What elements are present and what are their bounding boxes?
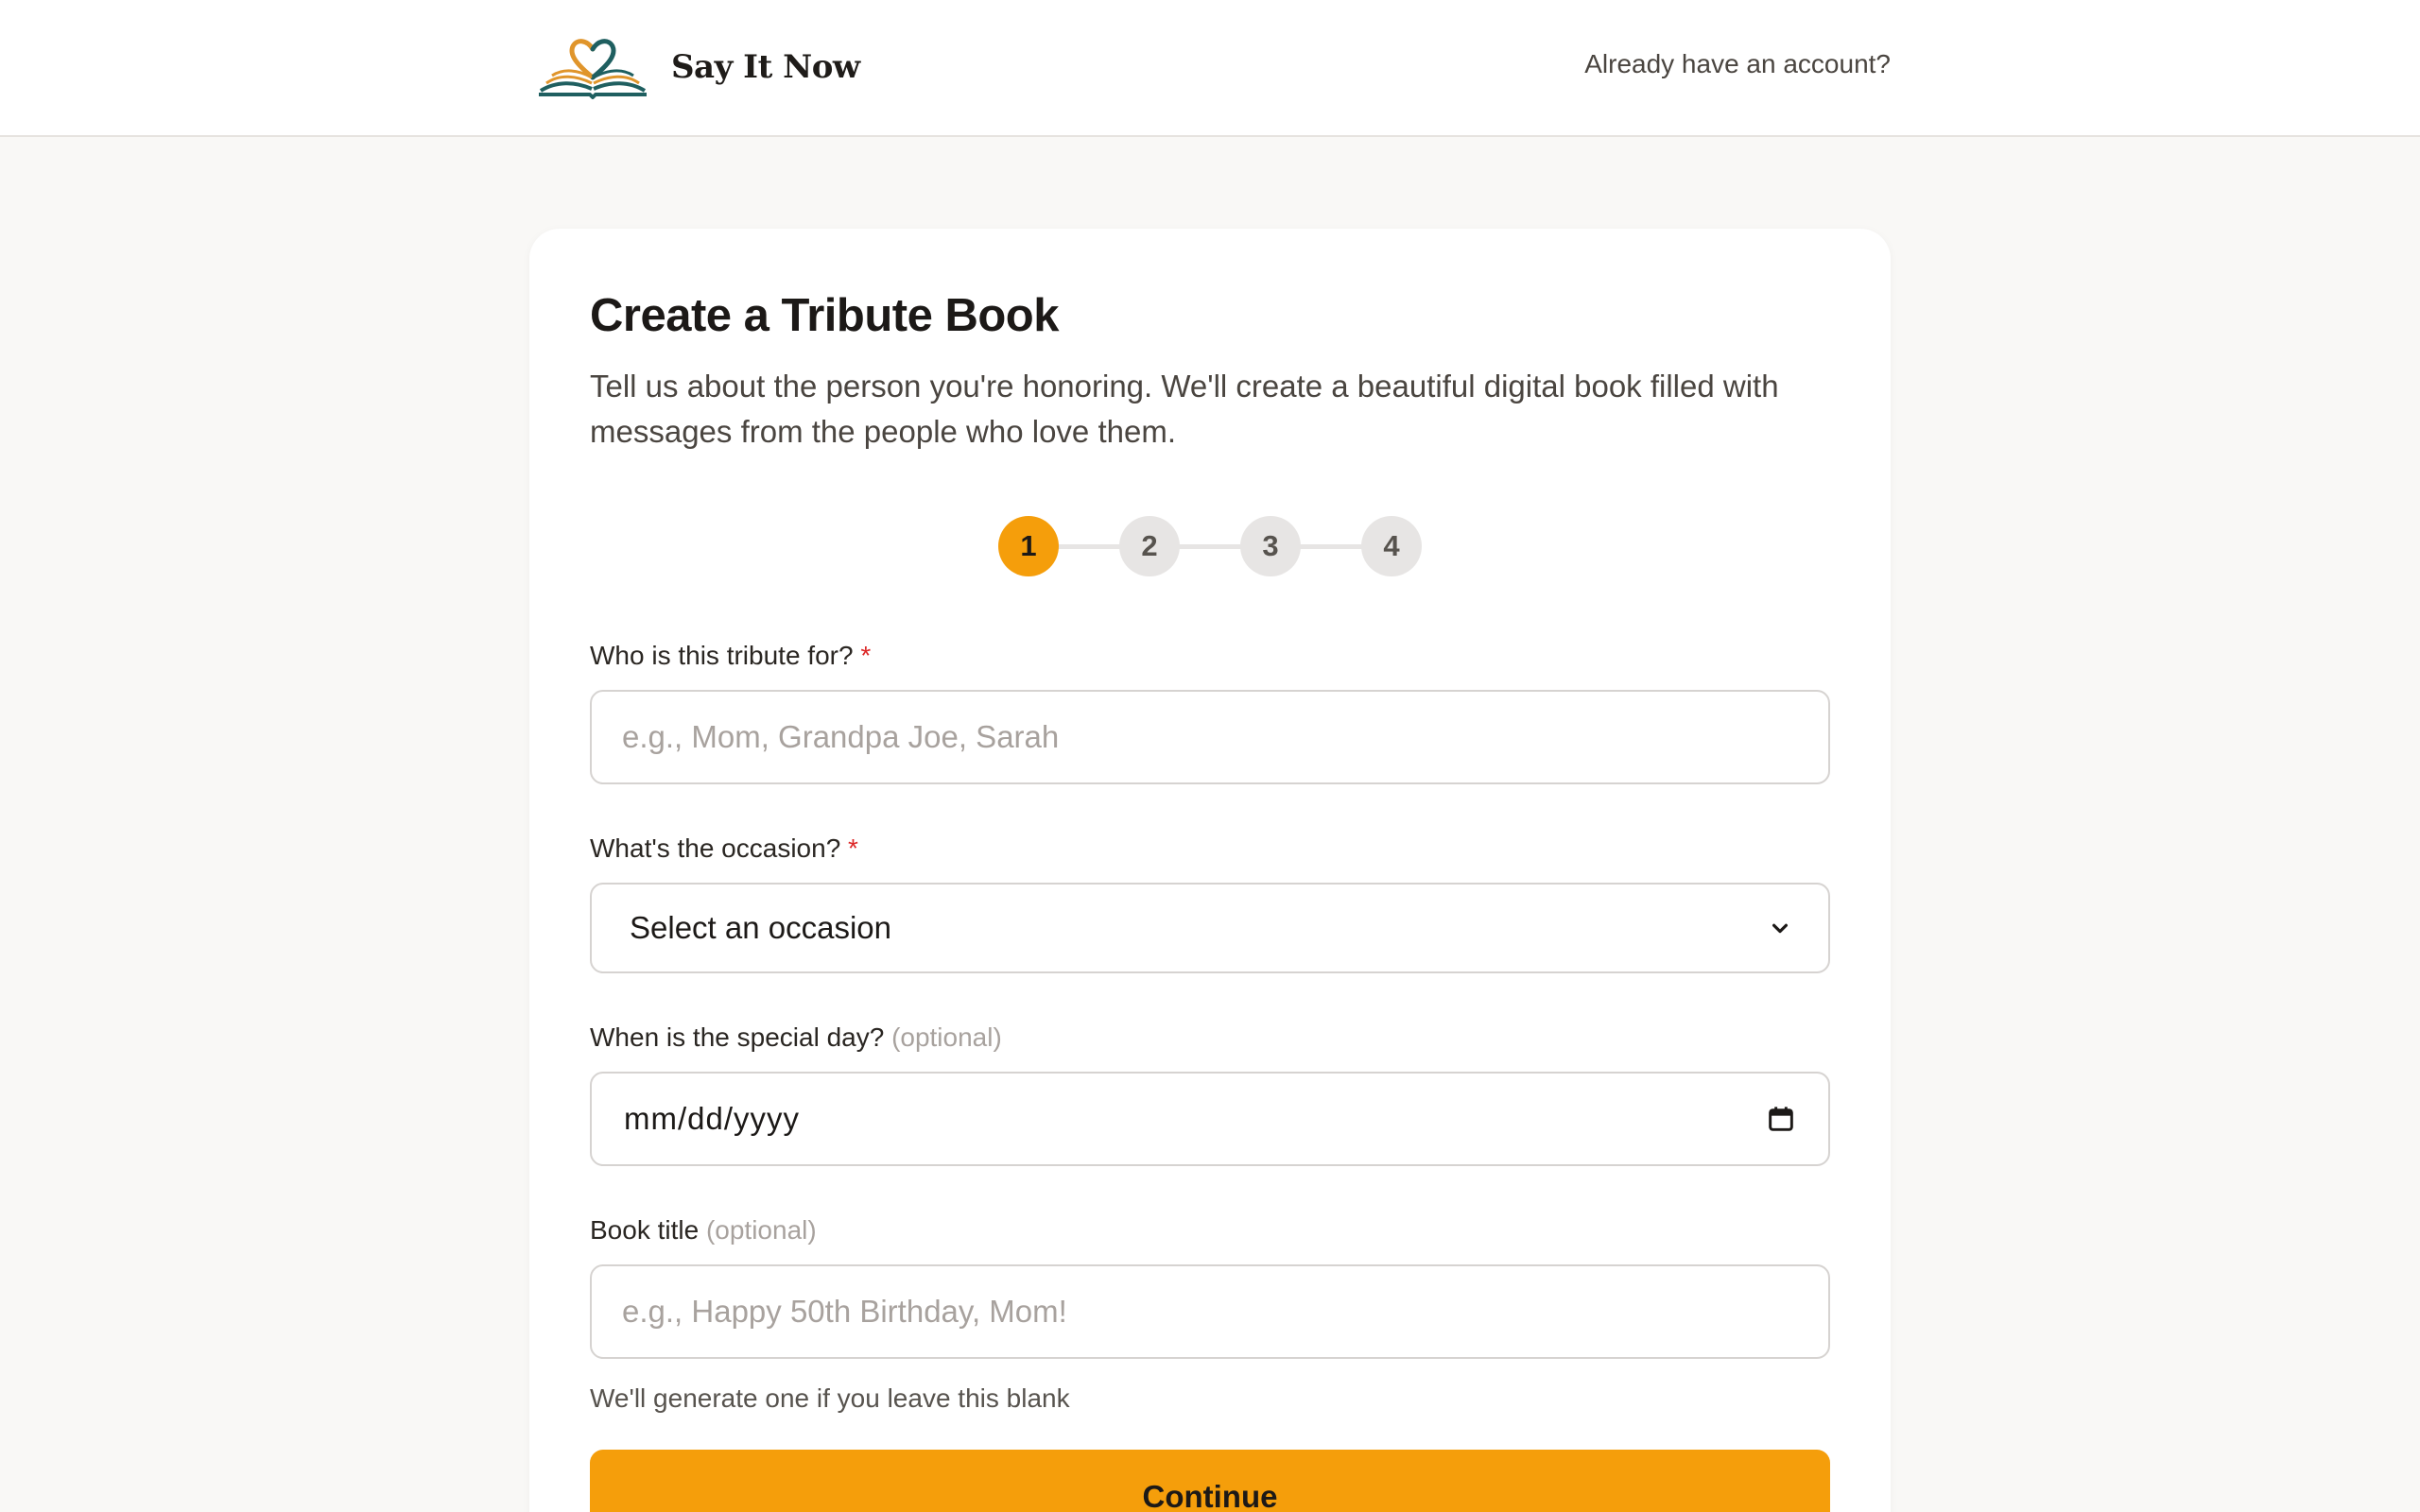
continue-button[interactable]: Continue — [590, 1450, 1830, 1512]
chevron-down-icon — [1772, 923, 1789, 934]
required-mark: * — [848, 833, 858, 863]
special-day-date-input[interactable]: mm/dd/yyyy — [590, 1072, 1830, 1166]
book-title-hint: We'll generate one if you leave this bla… — [590, 1383, 1070, 1413]
required-mark: * — [860, 641, 872, 670]
special-day-label-text: When is the special day? — [590, 1022, 885, 1052]
recipient-field — [590, 690, 1830, 784]
book-title-field — [590, 1264, 1830, 1359]
step-2: 2 — [1119, 516, 1180, 576]
occasion-selected-value: Select an occasion — [630, 910, 892, 945]
book-title-label: Book title (optional) — [590, 1215, 817, 1246]
calendar-icon[interactable] — [1766, 1104, 1796, 1134]
optional-note: (optional) — [705, 1215, 817, 1245]
login-link[interactable]: Already have an account? — [1584, 49, 1891, 79]
recipient-label-text: Who is this tribute for? — [590, 641, 854, 670]
occasion-label-text: What's the occasion? — [590, 833, 841, 863]
stepper-connector — [1028, 544, 1392, 549]
book-title-label-text: Book title — [590, 1215, 700, 1245]
step-3: 3 — [1240, 516, 1301, 576]
brand-home-link[interactable]: Say It Now — [535, 34, 860, 100]
book-title-input[interactable] — [592, 1266, 1828, 1357]
step-1: 1 — [998, 516, 1059, 576]
page-title: Create a Tribute Book — [590, 290, 1059, 341]
progress-stepper: 1 2 3 4 — [590, 516, 1830, 576]
top-navigation-bar: Say It Now Already have an account? — [0, 0, 2420, 137]
optional-note: (optional) — [891, 1022, 1002, 1052]
date-placeholder: mm/dd/yyyy — [624, 1101, 801, 1136]
occasion-select[interactable]: Select an occasion — [590, 883, 1830, 973]
step-4: 4 — [1361, 516, 1422, 576]
recipient-label: Who is this tribute for? * — [590, 641, 871, 671]
recipient-input[interactable] — [592, 692, 1828, 782]
brand-name: Say It Now — [671, 48, 860, 86]
open-book-heart-icon — [539, 39, 647, 99]
create-book-card: Create a Tribute Book Tell us about the … — [529, 229, 1891, 1512]
page-subtitle: Tell us about the person you're honoring… — [590, 369, 1779, 449]
special-day-label: When is the special day? (optional) — [590, 1022, 1002, 1053]
occasion-label: What's the occasion? * — [590, 833, 858, 864]
